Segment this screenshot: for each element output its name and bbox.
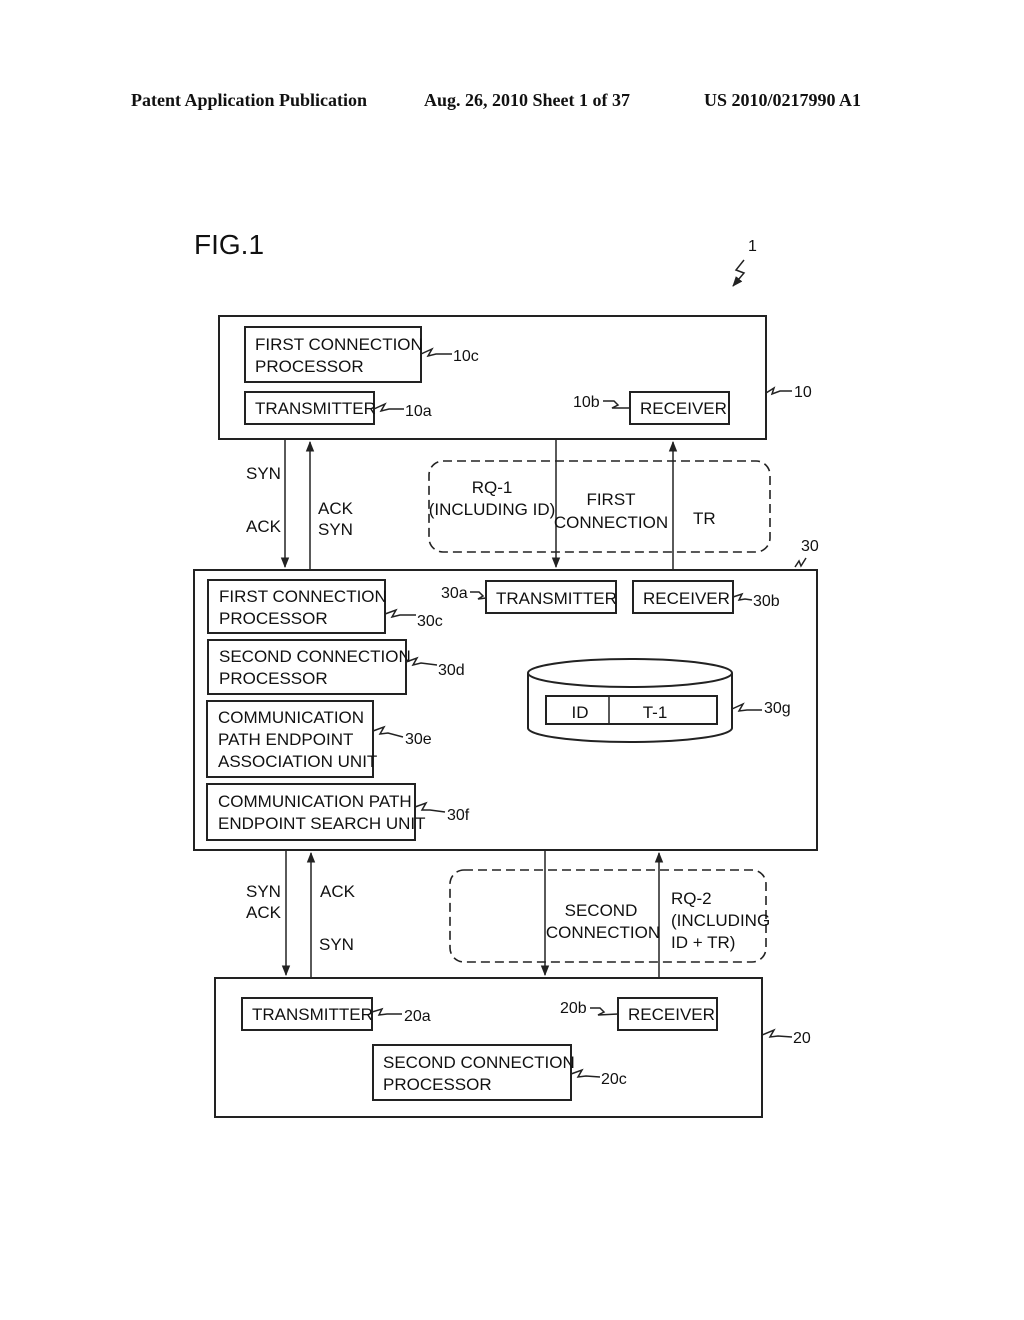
block-ref: 30g [764, 700, 791, 717]
block-label: ASSOCIATION UNIT [218, 752, 377, 771]
block-label: ENDPOINT SEARCH UNIT [218, 814, 426, 833]
link-label: SYN [318, 520, 353, 539]
block-label: RECEIVER [643, 589, 730, 608]
block-ref: 30e [405, 731, 432, 748]
link-label: CONNECTION [546, 923, 660, 942]
block-ref: 30f [447, 807, 470, 824]
link-label: SYN [319, 935, 354, 954]
block-ref: 10a [405, 403, 432, 420]
block-label: COMMUNICATION [218, 708, 364, 727]
block-label: RECEIVER [628, 1005, 715, 1024]
block-ref: 20a [404, 1008, 431, 1025]
block-label: SECOND CONNECTION [219, 647, 411, 666]
upper-link: SYN ACK ACK SYN RQ-1 (INCLUDING ID) FIRS… [246, 439, 771, 570]
block-ref: 30c [417, 613, 443, 630]
block-label: COMMUNICATION PATH [218, 792, 412, 811]
block-ref: 10b [573, 394, 600, 411]
link-label: SECOND [565, 901, 638, 920]
block-label: PROCESSOR [219, 609, 328, 628]
link-label: ACK [246, 903, 282, 922]
ref-leader-icon [765, 386, 792, 396]
link-label: SYN [246, 464, 281, 483]
device-20-ref: 20 [793, 1030, 811, 1047]
block-label: SECOND CONNECTION [383, 1053, 575, 1072]
block-label: TRANSMITTER [255, 399, 376, 418]
device-10-ref: 10 [794, 384, 812, 401]
block-ref: 10c [453, 348, 479, 365]
system-ref: 1 [748, 238, 757, 255]
block-ref: 20b [560, 1000, 587, 1017]
device-20: 20 TRANSMITTER 20a RECEIVER 20b SECOND C… [214, 977, 811, 1118]
record-field: T-1 [643, 703, 668, 722]
block-ref: 30b [753, 593, 780, 610]
ref-leader-icon [761, 1028, 793, 1038]
link-label: RQ-1 [472, 478, 513, 497]
block-label: PATH ENDPOINT [218, 730, 353, 749]
block-label: PROCESSOR [255, 357, 364, 376]
block-label: FIRST CONNECTION [255, 335, 423, 354]
link-label: (INCLUDING ID) [429, 500, 556, 519]
block-ref: 20c [601, 1071, 627, 1088]
link-label: ACK [246, 517, 282, 536]
block-label: PROCESSOR [383, 1075, 492, 1094]
block-label: TRANSMITTER [496, 589, 617, 608]
device-30: 30 FIRST CONNECTION PROCESSOR 30c SECOND… [193, 538, 819, 851]
block-label: PROCESSOR [219, 669, 328, 688]
block-label: FIRST CONNECTION [219, 587, 387, 606]
lower-link: SYN ACK ACK SYN SECOND CONNECTION RQ-2 (… [246, 850, 770, 978]
block-ref: 30d [438, 662, 465, 679]
figure-title: FIG.1 [194, 229, 264, 260]
link-label: ACK [320, 882, 356, 901]
database-cylinder-top [527, 658, 733, 688]
device-10: 10 FIRST CONNECTION PROCESSOR 10c TRANSM… [218, 315, 812, 440]
link-label: FIRST [586, 490, 635, 509]
block-label: TRANSMITTER [252, 1005, 373, 1024]
link-label: RQ-2 [671, 889, 712, 908]
link-label: (INCLUDING [671, 911, 770, 930]
block-ref: 30a [441, 585, 468, 602]
record-field: ID [572, 703, 589, 722]
link-label: TR [693, 509, 716, 528]
link-label: ACK [318, 499, 354, 518]
link-label: CONNECTION [554, 513, 668, 532]
link-label: SYN [246, 882, 281, 901]
ref-leader-icon [794, 557, 807, 568]
block-label: RECEIVER [640, 399, 727, 418]
figure-diagram: FIG.1 1 10 FIRST CONNECTION PROCESSOR 10… [193, 229, 819, 1118]
device-30-ref: 30 [801, 538, 819, 555]
system-ref-arrow-icon [732, 259, 746, 287]
link-label: ID + TR) [671, 933, 735, 952]
